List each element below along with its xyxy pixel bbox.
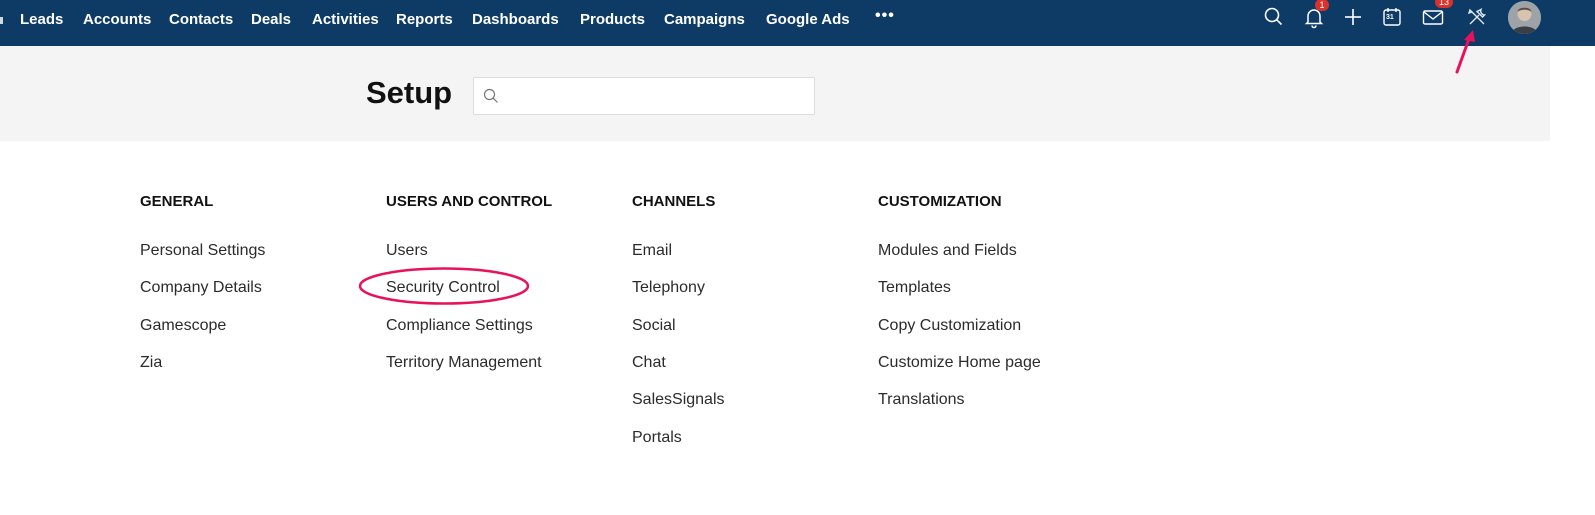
channels-column: CHANNELS Email Telephony Social Chat Sal… (632, 193, 872, 446)
nav-tab-dashboards[interactable]: Dashboards (472, 11, 559, 28)
compliance-settings-link[interactable]: Compliance Settings (386, 317, 533, 335)
setup-tools-icon[interactable] (1465, 5, 1489, 29)
nav-tab-leads[interactable]: Leads (20, 11, 63, 28)
customize-home-page-link[interactable]: Customize Home page (878, 354, 1041, 372)
mail-icon[interactable]: 13 (1421, 0, 1453, 29)
modules-and-fields-link[interactable]: Modules and Fields (878, 242, 1017, 260)
nav-tab-accounts[interactable]: Accounts (83, 11, 151, 28)
translations-link[interactable]: Translations (878, 391, 965, 409)
zia-link[interactable]: Zia (140, 354, 162, 372)
general-column: GENERAL Personal Settings Company Detail… (140, 193, 380, 371)
personal-settings-link[interactable]: Personal Settings (140, 242, 265, 260)
column-heading-customization: CUSTOMIZATION (878, 193, 1002, 210)
calendar-icon[interactable]: 31 (1380, 5, 1404, 29)
nav-tab-reports[interactable]: Reports (396, 11, 453, 28)
top-nav-bar: Leads Accounts Contacts Deals Activities… (0, 0, 1595, 46)
search-icon[interactable] (1262, 5, 1286, 29)
page-title: Setup (366, 75, 453, 110)
nav-tab-activities[interactable]: Activities (312, 11, 379, 28)
nav-tab-deals[interactable]: Deals (251, 11, 291, 28)
notification-count-badge: 1 (1315, 0, 1329, 11)
telephony-link[interactable]: Telephony (632, 279, 705, 297)
mail-count-badge: 13 (1435, 0, 1453, 8)
users-link[interactable]: Users (386, 242, 428, 260)
nav-edge-marker (0, 17, 3, 24)
column-heading-general: GENERAL (140, 193, 214, 210)
nav-tab-contacts[interactable]: Contacts (169, 11, 233, 28)
setup-search-input[interactable] (506, 84, 810, 110)
more-tabs-button[interactable]: ••• (875, 7, 895, 25)
plus-icon[interactable] (1341, 5, 1365, 29)
territory-management-link[interactable]: Territory Management (386, 354, 542, 372)
salessignals-link[interactable]: SalesSignals (632, 391, 725, 409)
portals-link[interactable]: Portals (632, 429, 682, 447)
users-and-control-column: USERS AND CONTROL Users Security Control… (386, 193, 626, 371)
nav-tab-google-ads[interactable]: Google Ads (766, 11, 850, 28)
copy-customization-link[interactable]: Copy Customization (878, 317, 1021, 335)
setup-search-box[interactable] (473, 77, 815, 115)
chat-link[interactable]: Chat (632, 354, 666, 372)
customization-column: CUSTOMIZATION Modules and Fields Templat… (878, 193, 1118, 408)
email-link[interactable]: Email (632, 242, 672, 260)
calendar-day-label: 31 (1386, 14, 1394, 21)
column-heading-channels: CHANNELS (632, 193, 716, 210)
templates-link[interactable]: Templates (878, 279, 951, 297)
nav-tab-products[interactable]: Products (580, 11, 645, 28)
user-avatar[interactable] (1508, 1, 1541, 34)
social-link[interactable]: Social (632, 317, 676, 335)
nav-tab-campaigns[interactable]: Campaigns (664, 11, 745, 28)
search-icon (483, 88, 499, 104)
gamescope-link[interactable]: Gamescope (140, 317, 226, 335)
security-control-link[interactable]: Security Control (386, 279, 500, 297)
bell-icon[interactable]: 1 (1302, 0, 1329, 29)
column-heading-users-and-control: USERS AND CONTROL (386, 193, 553, 210)
company-details-link[interactable]: Company Details (140, 279, 262, 297)
